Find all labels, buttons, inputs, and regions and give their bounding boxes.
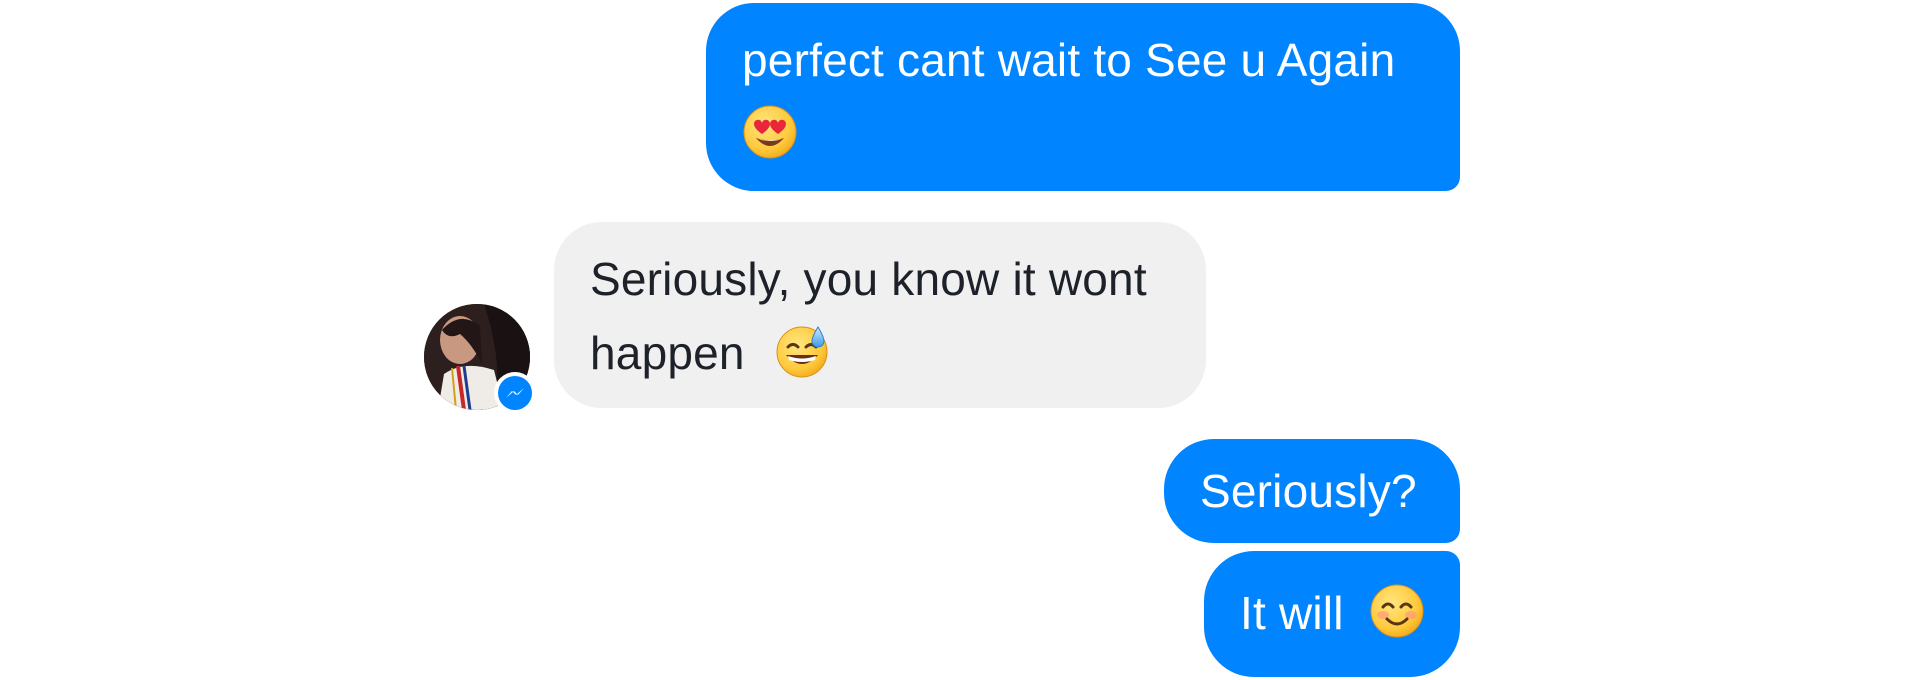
- message-text-line-2: happen: [590, 327, 745, 379]
- outgoing-message-bubble[interactable]: Seriously?: [1164, 439, 1460, 543]
- message-text: perfect cant wait to See u Again: [742, 34, 1396, 86]
- outgoing-message-bubble[interactable]: It will: [1204, 551, 1460, 677]
- message-thread: perfect cant wait to See u Again Serious…: [0, 0, 1920, 680]
- sweat-smile-emoji-icon: [774, 323, 830, 379]
- heart-eyes-emoji-icon: [742, 104, 798, 160]
- smiling-face-emoji-icon: [1369, 583, 1425, 639]
- message-text: It will: [1240, 587, 1344, 639]
- message-text: Seriously?: [1200, 465, 1417, 517]
- incoming-message-bubble[interactable]: Seriously, you know it wont happen: [554, 222, 1206, 408]
- message-text-line-1: Seriously, you know it wont: [590, 253, 1147, 305]
- messenger-badge-icon: [494, 372, 536, 414]
- outgoing-message-bubble[interactable]: perfect cant wait to See u Again: [706, 3, 1460, 191]
